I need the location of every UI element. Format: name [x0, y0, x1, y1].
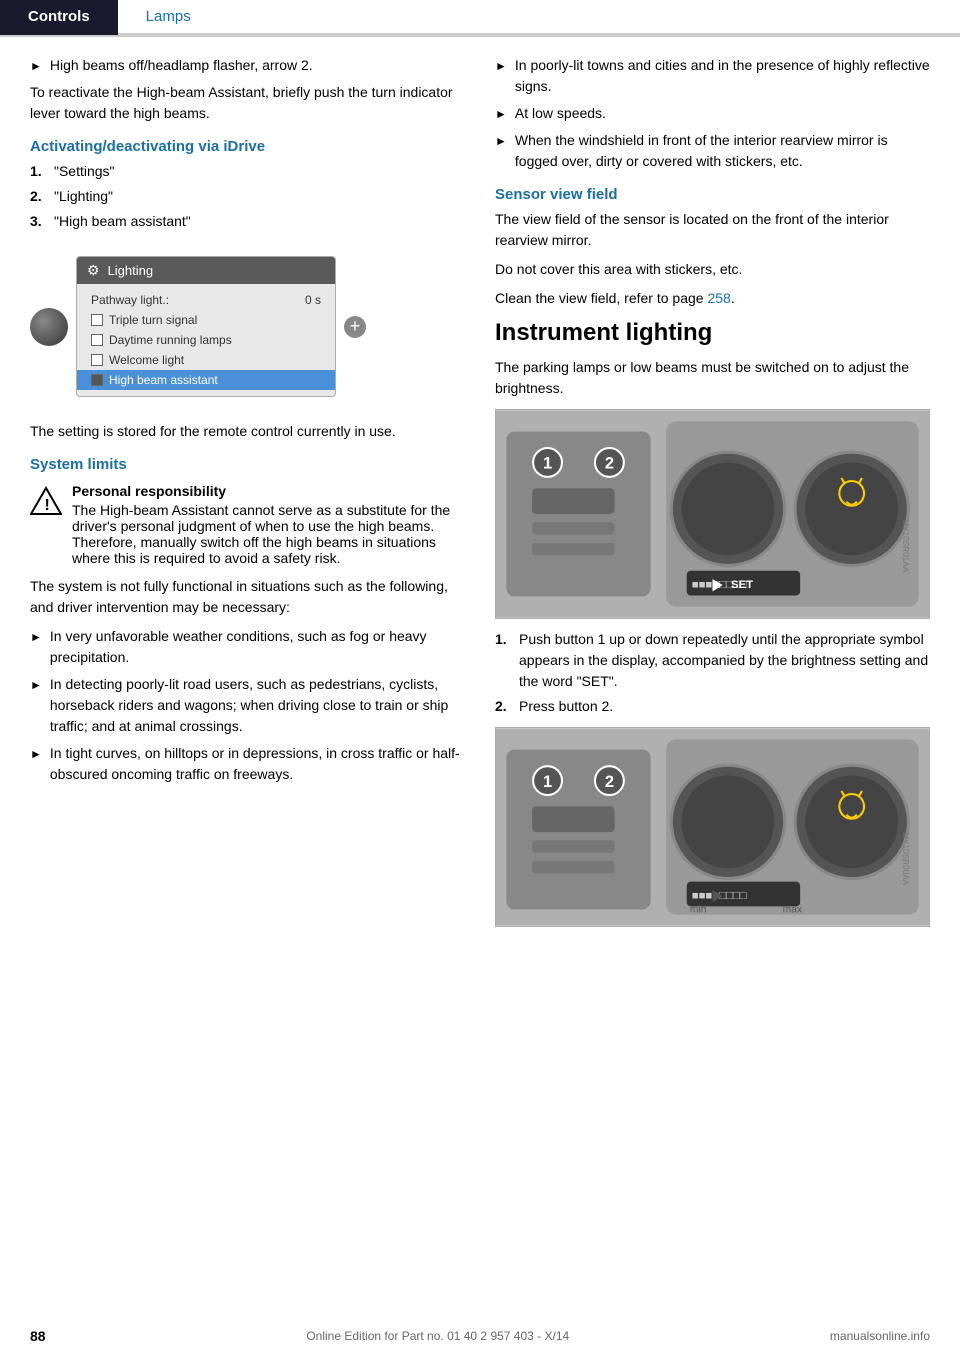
- bullet-arrow-icon-2: ►: [30, 676, 42, 694]
- step-3: 3. "High beam assistant": [30, 211, 465, 232]
- reactivate-para: To reactivate the High-beam Assistant, b…: [30, 82, 465, 124]
- svg-text:max: max: [783, 905, 803, 916]
- sensor-p2: Do not cover this area with stickers, et…: [495, 259, 930, 280]
- checkbox-welcome[interactable]: [91, 354, 103, 366]
- section-sensor-heading: Sensor view field: [495, 186, 930, 203]
- tab-controls[interactable]: Controls: [0, 0, 118, 35]
- instr-step-2: 2. Press button 2.: [495, 696, 930, 717]
- section-idrive-heading: Activating/deactivating via iDrive: [30, 138, 465, 155]
- step-1: 1. "Settings": [30, 161, 465, 182]
- svg-text:1: 1: [543, 455, 552, 473]
- idrive-row-triple[interactable]: Triple turn signal: [77, 310, 335, 330]
- svg-text:SET: SET: [731, 579, 753, 591]
- svg-text:!: !: [45, 497, 50, 514]
- instrument-p1: The parking lamps or low beams must be s…: [495, 357, 930, 399]
- svg-text:MY10SR00AA: MY10SR00AA: [901, 832, 910, 886]
- sensor-p1: The view field of the sensor is located …: [495, 209, 930, 251]
- triple-label: Triple turn signal: [109, 313, 321, 327]
- section-system-heading: System limits: [30, 456, 465, 473]
- right-column: ► In poorly-lit towns and cities and in …: [495, 55, 930, 937]
- system-para: The system is not fully functional in si…: [30, 576, 465, 618]
- idrive-steps: 1. "Settings" 2. "Lighting" 3. "High bea…: [30, 161, 465, 232]
- welcome-label: Welcome light: [109, 353, 321, 367]
- sensor-p3: Clean the view field, refer to page 258.: [495, 288, 930, 309]
- highbeam-label: High beam assistant: [109, 373, 321, 387]
- instrument-svg-2: 1 2: [496, 728, 929, 926]
- idrive-title-label: Lighting: [108, 263, 154, 278]
- svg-text:min: min: [690, 905, 707, 916]
- page-footer: 88 Online Edition for Part no. 01 40 2 9…: [0, 1328, 960, 1344]
- idrive-row-daytime[interactable]: Daytime running lamps: [77, 330, 335, 350]
- system-bullet-1: ► In very unfavorable weather conditions…: [30, 626, 465, 668]
- checkbox-triple[interactable]: [91, 314, 103, 326]
- instrument-steps: 1. Push button 1 up or down repeatedly u…: [495, 629, 930, 717]
- instr-step-1: 1. Push button 1 up or down repeatedly u…: [495, 629, 930, 692]
- instrument-image-1: 1 2: [495, 409, 930, 619]
- checkbox-highbeam[interactable]: [91, 374, 103, 386]
- idrive-knob[interactable]: [30, 308, 68, 346]
- system-bullet-2: ► In detecting poorly-lit road users, su…: [30, 674, 465, 737]
- idrive-wrapper: ⚙ Lighting Pathway light.: 0 s Triple tu…: [30, 244, 465, 409]
- bullet-high-beams: ► High beams off/headlamp flasher, arrow…: [30, 55, 465, 76]
- checkbox-daytime[interactable]: [91, 334, 103, 346]
- setting-stored-para: The setting is stored for the remote con…: [30, 421, 465, 442]
- bullet-arrow-r3-icon: ►: [495, 132, 507, 150]
- idrive-plus-button[interactable]: +: [344, 316, 366, 338]
- svg-text:1: 1: [543, 773, 552, 791]
- footer-copyright: Online Edition for Part no. 01 40 2 957 …: [306, 1329, 569, 1343]
- warning-title: Personal responsibility: [72, 483, 465, 499]
- idrive-body: Pathway light.: 0 s Triple turn signal D…: [77, 284, 335, 396]
- page-number: 88: [30, 1328, 46, 1344]
- page-link-258[interactable]: 258: [707, 290, 730, 306]
- instrument-image-2: 1 2: [495, 727, 930, 927]
- pathway-label: Pathway light.:: [91, 293, 305, 307]
- main-content: ► High beams off/headlamp flasher, arrow…: [0, 37, 960, 967]
- instrument-svg-1: 1 2: [496, 410, 929, 618]
- idrive-plus-area: +: [344, 316, 366, 338]
- footer-watermark: manualsonline.info: [830, 1329, 930, 1343]
- system-bullet-3: ► In tight curves, on hilltops or in dep…: [30, 743, 465, 785]
- bullet-arrow-icon-3: ►: [30, 745, 42, 763]
- svg-text:MY10SR01AA: MY10SR01AA: [901, 519, 910, 573]
- idrive-titlebar: ⚙ Lighting: [77, 257, 335, 284]
- svg-text:2: 2: [605, 773, 614, 791]
- step-2: 2. "Lighting": [30, 186, 465, 207]
- right-bullet-2: ► At low speeds.: [495, 103, 930, 124]
- svg-text:2: 2: [605, 455, 614, 473]
- left-column: ► High beams off/headlamp flasher, arrow…: [30, 55, 465, 937]
- bullet-arrow-r2-icon: ►: [495, 105, 507, 123]
- right-bullet-3: ► When the windshield in front of the in…: [495, 130, 930, 172]
- warning-box: ! Personal responsibility The High-beam …: [30, 483, 465, 566]
- tab-lamps[interactable]: Lamps: [118, 0, 219, 35]
- right-bullet-1: ► In poorly-lit towns and cities and in …: [495, 55, 930, 97]
- idrive-screen: ⚙ Lighting Pathway light.: 0 s Triple tu…: [76, 256, 336, 397]
- warning-body: The High-beam Assistant cannot serve as …: [72, 502, 450, 566]
- instrument-lighting-heading: Instrument lighting: [495, 319, 930, 347]
- warning-content: Personal responsibility The High-beam As…: [72, 483, 465, 566]
- idrive-row-highbeam[interactable]: High beam assistant: [77, 370, 335, 390]
- idrive-row-welcome[interactable]: Welcome light: [77, 350, 335, 370]
- bullet-arrow-icon: ►: [30, 57, 42, 75]
- header-tabs: Controls Lamps: [0, 0, 960, 37]
- bullet-arrow-icon-1: ►: [30, 628, 42, 646]
- idrive-settings-icon: ⚙: [87, 262, 100, 279]
- warning-triangle-icon: !: [30, 485, 62, 517]
- bullet-arrow-r1-icon: ►: [495, 57, 507, 75]
- idrive-row-pathway[interactable]: Pathway light.: 0 s: [77, 290, 335, 310]
- pathway-val: 0 s: [305, 293, 321, 307]
- daytime-label: Daytime running lamps: [109, 333, 321, 347]
